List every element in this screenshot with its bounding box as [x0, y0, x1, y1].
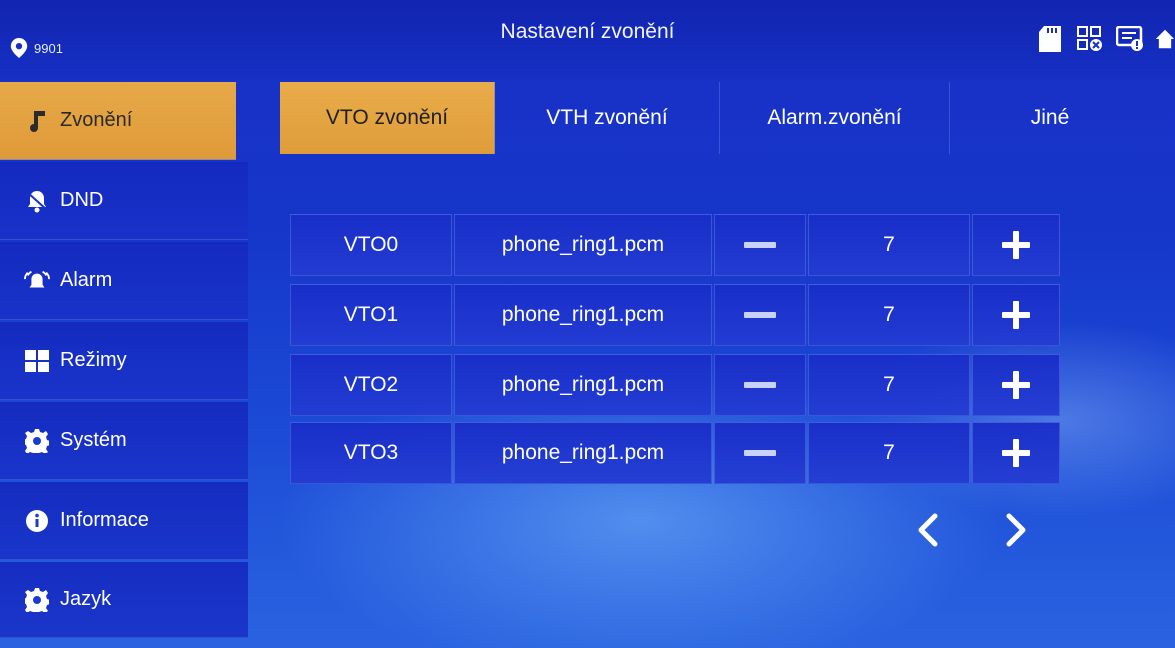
volume-increase-button[interactable] — [972, 422, 1060, 484]
sidebar: Zvonění DND Alarm Režimy Systém Informac… — [0, 82, 248, 648]
plus-icon — [1002, 301, 1030, 329]
tab-bar: VTO zvonění VTH zvonění Alarm.zvonění Ji… — [280, 82, 1150, 154]
sidebar-item-label: Informace — [60, 509, 149, 531]
plus-icon — [1002, 371, 1030, 399]
ringtone-select[interactable]: phone_ring1.pcm — [454, 214, 712, 276]
music-note-icon — [24, 108, 50, 134]
plus-icon — [1002, 231, 1030, 259]
page-title: Nastavení zvonění — [500, 20, 675, 43]
sidebar-item-alarm[interactable]: Alarm — [0, 242, 248, 320]
sidebar-item-label: Jazyk — [60, 588, 112, 610]
volume-decrease-button[interactable] — [714, 284, 806, 346]
tab-vth-zvoneni[interactable]: VTH zvonění — [495, 82, 720, 154]
device-name: VTO2 — [290, 354, 452, 416]
gear-icon — [24, 428, 50, 454]
previous-page-button[interactable] — [886, 498, 970, 562]
top-bar: 9901 Nastavení zvonění — [0, 0, 1175, 80]
ringtone-select[interactable]: phone_ring1.pcm — [454, 354, 712, 416]
volume-increase-button[interactable] — [972, 284, 1060, 346]
chevron-right-icon — [1006, 513, 1026, 547]
volume-decrease-button[interactable] — [714, 214, 806, 276]
ringtone-select[interactable]: phone_ring1.pcm — [454, 284, 712, 346]
minus-icon — [744, 242, 776, 248]
sidebar-item-jazyk[interactable]: Jazyk — [0, 562, 248, 638]
volume-increase-button[interactable] — [972, 354, 1060, 416]
sidebar-item-label: Systém — [60, 429, 127, 451]
sidebar-item-zvoneni[interactable]: Zvonění — [0, 82, 236, 160]
minus-icon — [744, 382, 776, 388]
volume-decrease-button[interactable] — [714, 422, 806, 484]
plus-icon — [1002, 439, 1030, 467]
volume-value: 7 — [808, 422, 970, 484]
device-name: VTO3 — [290, 422, 452, 484]
volume-value: 7 — [808, 214, 970, 276]
volume-value: 7 — [808, 354, 970, 416]
tab-vto-zvoneni[interactable]: VTO zvonění — [280, 82, 495, 154]
next-page-button[interactable] — [972, 498, 1060, 562]
tab-alarm-zvoneni[interactable]: Alarm.zvonění — [720, 82, 950, 154]
alarm-bell-icon — [24, 268, 50, 294]
chevron-left-icon — [918, 513, 938, 547]
sd-card-icon — [1035, 24, 1065, 54]
minus-icon — [744, 450, 776, 456]
sidebar-item-label: Alarm — [60, 269, 113, 291]
tab-jine[interactable]: Jiné — [950, 82, 1150, 154]
sidebar-item-label: Režimy — [60, 349, 127, 371]
network-error-icon[interactable] — [1075, 24, 1105, 54]
device-name: VTO1 — [290, 284, 452, 346]
info-icon — [24, 508, 50, 534]
sidebar-item-rezimy[interactable]: Režimy — [0, 322, 248, 400]
gear-icon — [24, 587, 50, 613]
ringtone-select[interactable]: phone_ring1.pcm — [454, 422, 712, 484]
sidebar-item-label: DND — [60, 189, 104, 211]
grid-icon — [24, 348, 50, 374]
bell-mute-icon — [24, 188, 50, 214]
volume-value: 7 — [808, 284, 970, 346]
device-name: VTO0 — [290, 214, 452, 276]
volume-decrease-button[interactable] — [714, 354, 806, 416]
home-icon[interactable] — [1155, 24, 1175, 54]
volume-increase-button[interactable] — [972, 214, 1060, 276]
sidebar-item-label: Zvonění — [60, 109, 133, 131]
sidebar-item-dnd[interactable]: DND — [0, 162, 248, 240]
screen: 9901 Nastavení zvonění Zvonění DND Alarm… — [0, 0, 1175, 648]
status-icons — [1035, 24, 1175, 54]
message-icon[interactable] — [1115, 24, 1145, 54]
sidebar-item-system[interactable]: Systém — [0, 402, 248, 480]
minus-icon — [744, 312, 776, 318]
sidebar-item-informace[interactable]: Informace — [0, 482, 248, 560]
